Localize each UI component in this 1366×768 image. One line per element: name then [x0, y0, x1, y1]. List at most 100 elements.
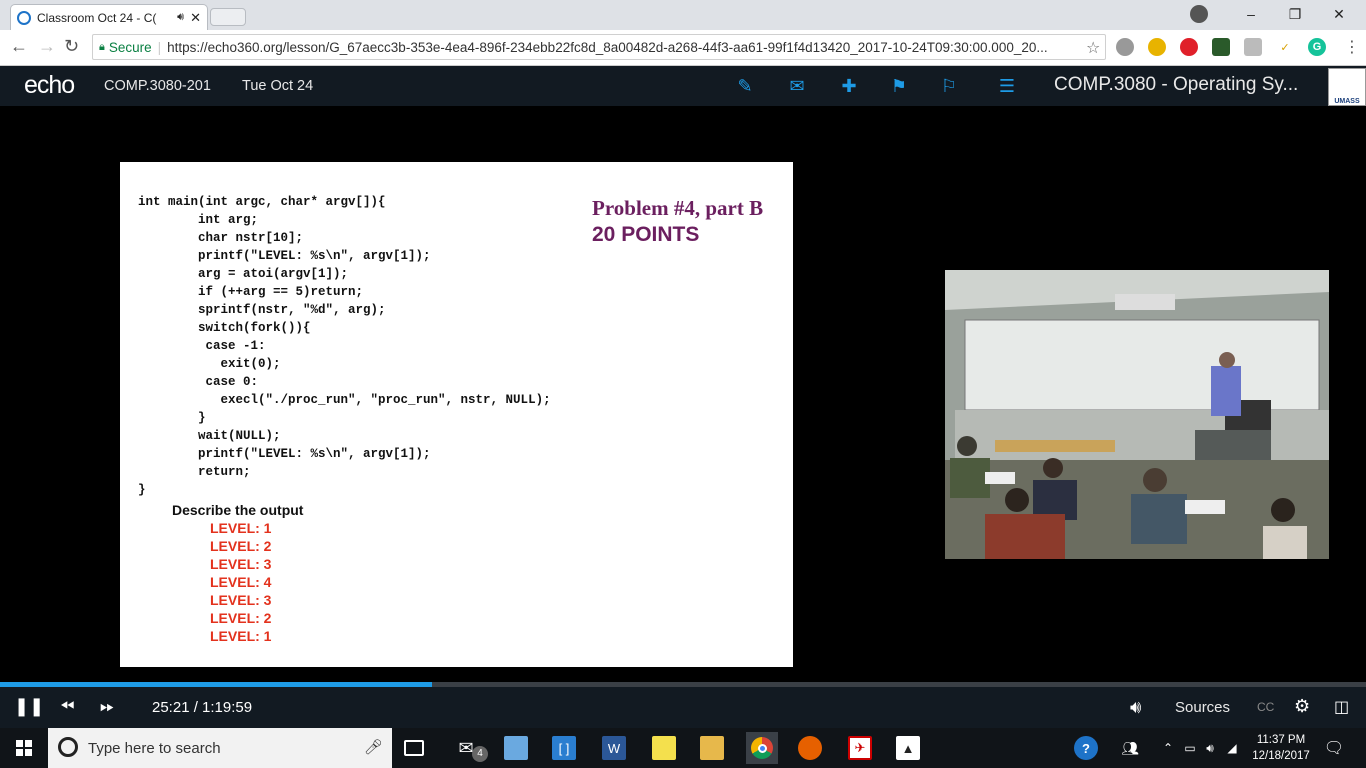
umass-logo: UMASS: [1328, 68, 1366, 106]
microphone-icon[interactable]: 🎤︎: [364, 738, 383, 756]
output-line: LEVEL: 4: [210, 574, 272, 590]
back-arrow-icon[interactable]: ←: [10, 36, 28, 57]
action-center-icon[interactable]: 🗨︎: [1322, 736, 1346, 760]
sources-button[interactable]: Sources: [1175, 699, 1230, 716]
app-cube-icon[interactable]: [504, 736, 528, 760]
course-title[interactable]: COMP.3080 - Operating Sy...: [1054, 74, 1298, 96]
code-line: exit(0);: [138, 357, 281, 371]
flag-icon[interactable]: ⚐: [938, 76, 960, 96]
show-hidden-icons-chevron[interactable]: ⌃: [1156, 736, 1180, 760]
windows-start-button[interactable]: [0, 728, 48, 768]
browser-tab-active[interactable]: Classroom Oct 24 - C( 🔊︎ ✕: [10, 4, 208, 30]
extension-icon[interactable]: [1116, 38, 1134, 56]
output-line: LEVEL: 3: [210, 592, 272, 608]
restore-button[interactable]: ❐: [1272, 0, 1318, 28]
slide-points: 20 POINTS: [592, 223, 700, 246]
bookmark-icon[interactable]: ⚑: [888, 76, 910, 96]
file-explorer-icon[interactable]: [700, 736, 724, 760]
app-bracket-icon[interactable]: [ ]: [552, 736, 576, 760]
task-view-icon[interactable]: [404, 740, 424, 756]
windows-logo-icon: [16, 740, 32, 756]
photos-icon[interactable]: ▲: [896, 736, 920, 760]
code-line: printf("LEVEL: %s\n", argv[1]);: [138, 249, 431, 263]
course-code[interactable]: COMP.3080-201: [104, 78, 211, 94]
wifi-icon[interactable]: ◢: [1220, 736, 1244, 760]
forward-arrow-icon[interactable]: →: [38, 36, 56, 57]
extension-icon[interactable]: [1212, 38, 1230, 56]
speaker-icon[interactable]: 🔊︎: [1198, 736, 1222, 760]
discussion-icon[interactable]: ✉: [786, 76, 808, 96]
code-line: }: [138, 411, 206, 425]
layout-toggle-icon[interactable]: ◫: [1334, 697, 1349, 717]
code-line: printf("LEVEL: %s\n", argv[1]);: [138, 447, 431, 461]
notes-icon[interactable]: ✎: [734, 76, 756, 96]
closed-captions-button[interactable]: CC: [1257, 700, 1274, 714]
code-block: int main(int argc, char* argv[]){ int ar…: [138, 193, 551, 499]
word-icon[interactable]: W: [602, 736, 626, 760]
echo-logo[interactable]: echo: [24, 71, 75, 100]
chrome-taskbar-icon[interactable]: [746, 732, 778, 764]
rewind-icon[interactable]: ⏪︎: [60, 696, 74, 717]
output-line: LEVEL: 1: [210, 520, 272, 536]
extension-icon[interactable]: [1148, 38, 1166, 56]
classroom-camera-video[interactable]: [945, 270, 1329, 559]
code-line: execl("./proc_run", "proc_run", nstr, NU…: [138, 393, 551, 407]
pause-icon[interactable]: ❚❚: [14, 696, 44, 717]
settings-gear-icon[interactable]: ⚙︎: [1294, 696, 1310, 717]
extension-icon[interactable]: ✓: [1276, 38, 1294, 56]
describe-prompt: Describe the output: [172, 502, 304, 518]
clock-time: 11:37 PM: [1256, 734, 1306, 746]
chrome-menu-icon[interactable]: ⋮: [1344, 37, 1360, 57]
code-line: case 0:: [138, 375, 259, 389]
acrobat-icon[interactable]: ✈︎: [848, 736, 872, 760]
firefox-icon[interactable]: [798, 736, 822, 760]
taskbar-search-box[interactable]: Type here to search 🎤︎: [48, 728, 392, 768]
code-line: wait(NULL);: [138, 429, 281, 443]
reload-icon[interactable]: ↻: [64, 36, 79, 57]
code-line: sprintf(nstr, "%d", arg);: [138, 303, 386, 317]
output-line: LEVEL: 1: [210, 628, 272, 644]
code-line: if (++arg == 5)return;: [138, 285, 364, 299]
clock-date: 12/18/2017: [1252, 750, 1310, 762]
code-line: switch(fork()){: [138, 321, 311, 335]
url-bar[interactable]: 🔒︎ Secure | https://echo360.org/lesson/G…: [92, 34, 1106, 60]
content-list-icon[interactable]: ☰: [996, 76, 1018, 96]
timecode: 25:21 / 1:19:59: [152, 699, 253, 716]
opera-extension-icon[interactable]: [1180, 38, 1198, 56]
code-line: arg = atoi(argv[1]);: [138, 267, 349, 281]
extension-icon[interactable]: [1244, 38, 1262, 56]
minimize-button[interactable]: –: [1228, 0, 1274, 28]
help-icon[interactable]: ?: [1074, 736, 1098, 760]
system-clock[interactable]: 11:37 PM 12/18/2017: [1246, 732, 1316, 764]
code-line: return;: [138, 465, 251, 479]
mail-badge: 4: [472, 746, 488, 762]
lock-icon: 🔒︎: [99, 40, 105, 53]
tab-title: Classroom Oct 24 - C(: [37, 10, 157, 25]
close-window-button[interactable]: ✕: [1316, 0, 1362, 28]
bookmark-star-icon[interactable]: ☆: [1086, 38, 1100, 58]
slide-title: Problem #4, part B: [592, 196, 764, 220]
url-text: https://echo360.org/lesson/G_67aecc3b-35…: [167, 39, 1048, 55]
code-line: case -1:: [138, 339, 266, 353]
people-icon[interactable]: 👥︎: [1118, 736, 1142, 760]
code-line: int arg;: [138, 213, 259, 227]
fast-forward-icon[interactable]: ⏩︎: [100, 696, 114, 717]
new-tab-button[interactable]: [210, 8, 246, 26]
output-line: LEVEL: 3: [210, 556, 272, 572]
grammarly-icon[interactable]: G: [1308, 38, 1326, 56]
volume-icon[interactable]: 🔊︎: [1130, 697, 1141, 718]
classroom-scene: [945, 270, 1329, 559]
umass-label: UMASS: [1334, 98, 1360, 105]
secure-label: Secure: [108, 39, 152, 55]
close-tab-icon[interactable]: ✕: [190, 10, 201, 26]
cortana-icon: [58, 737, 78, 757]
sticky-notes-icon[interactable]: [652, 736, 676, 760]
code-line: char nstr[10];: [138, 231, 304, 245]
profile-icon[interactable]: [1190, 5, 1208, 23]
code-line: int main(int argc, char* argv[]){: [138, 195, 386, 209]
echo-favicon-icon: [17, 10, 31, 25]
lesson-date: Tue Oct 24: [242, 78, 314, 94]
search-placeholder: Type here to search: [88, 739, 221, 757]
audio-playing-icon[interactable]: 🔊︎: [177, 11, 184, 24]
add-question-icon[interactable]: ✚: [838, 76, 860, 96]
